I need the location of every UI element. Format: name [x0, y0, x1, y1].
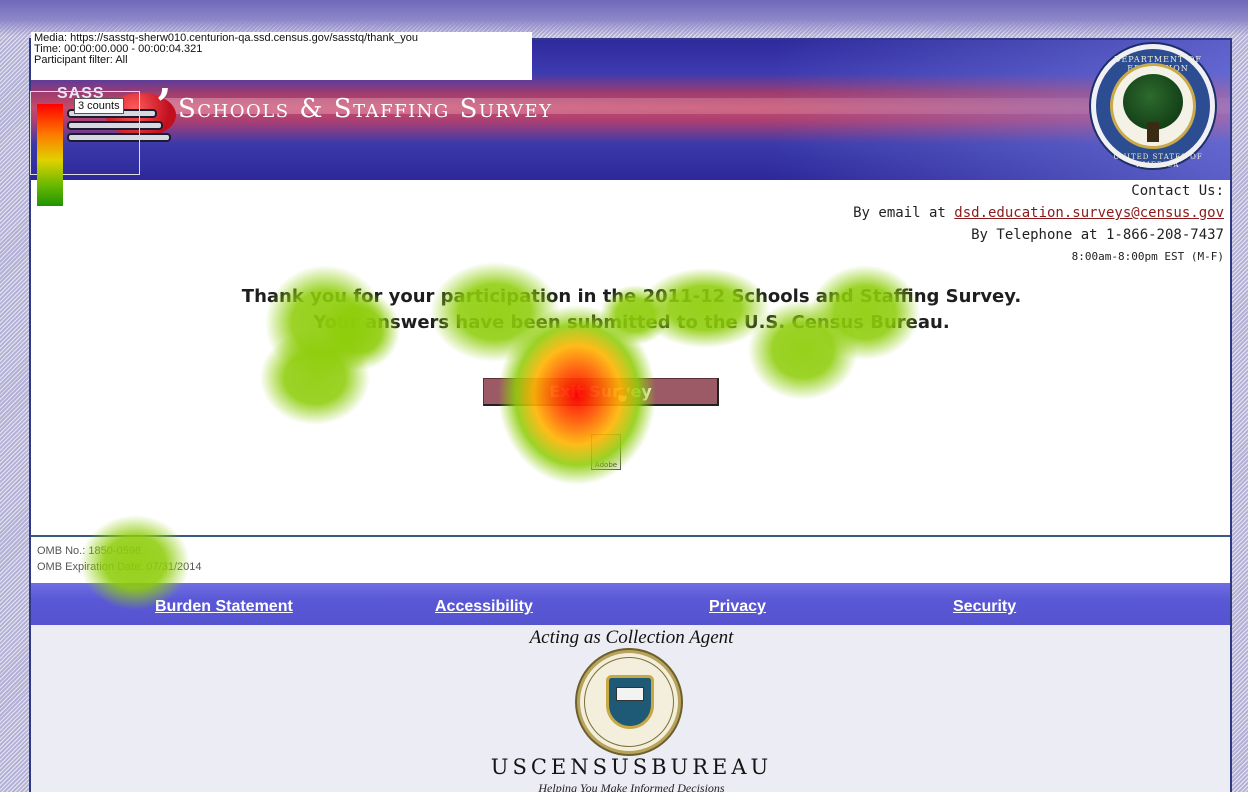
logo-apostrophe: ’ — [156, 80, 172, 131]
contact-telephone: By Telephone at 1-866-208-7437 — [971, 227, 1224, 243]
tree-trunk — [1147, 122, 1159, 142]
top-band — [0, 0, 1248, 36]
heatmap-legend-scale — [37, 104, 63, 206]
seal-bottom-text: UNITED STATES OF AMERICA — [1113, 153, 1203, 169]
seal-center — [1110, 63, 1196, 149]
census-bureau-wordmark: USCENSUSBUREAU — [490, 755, 773, 779]
thank-you-line: Thank you for your participation in the … — [241, 286, 1022, 307]
department-of-education-seal-icon: DEPARTMENT OF EDUCATION UNITED STATES OF… — [1091, 44, 1215, 169]
participant-filter-text: Participant filter: All — [34, 54, 128, 66]
contact-email-prefix: By email at — [853, 205, 955, 221]
submitted-line: Your answers have been submitted to the … — [313, 312, 950, 333]
collection-agent-text: Acting as Collection Agent — [529, 627, 734, 648]
contact-hours: 8:00am-8:00pm EST (M-F) — [1071, 250, 1224, 263]
survey-page: SASS ’ Schools & Staffing Survey DEPARTM… — [29, 38, 1232, 792]
census-bureau-tagline: Helping You Make Informed Decisions — [538, 781, 725, 792]
contact-email-link[interactable]: dsd.education.surveys@census.gov — [954, 205, 1224, 221]
thank-you-message: Thank you for your participation in the … — [31, 284, 1230, 336]
adobe-reader-icon[interactable]: Adobe — [591, 434, 621, 470]
accessibility-link[interactable]: Accessibility — [435, 598, 533, 616]
exit-survey-button[interactable]: Exit Survey — [483, 378, 719, 406]
contact-email-line: By email at dsd.education.surveys@census… — [853, 202, 1224, 224]
adobe-label: Adobe — [594, 461, 618, 469]
omb-expiration: OMB Expiration Date: 07/31/2014 — [37, 561, 202, 573]
survey-title: Schools & Staffing Survey — [178, 94, 553, 124]
omb-info: OMB No.: 1850-0598 OMB Expiration Date: … — [31, 535, 1230, 583]
privacy-link[interactable]: Privacy — [709, 598, 766, 616]
open-book-icon — [616, 687, 644, 701]
heatmap-legend-label: 3 counts — [74, 98, 124, 114]
heatmap-info-panel: Media: https://sasstq-sherw010.centurion… — [31, 32, 532, 80]
burden-statement-link[interactable]: Burden Statement — [155, 598, 293, 616]
omb-number: OMB No.: 1850-0598 — [37, 545, 141, 557]
footer-nav: Burden Statement Accessibility Privacy S… — [31, 583, 1230, 625]
contact-block: Contact Us: By email at dsd.education.su… — [853, 180, 1224, 268]
mouse-cursor-icon — [617, 389, 628, 403]
security-link[interactable]: Security — [953, 598, 1016, 616]
department-of-commerce-seal-icon — [577, 650, 681, 754]
shield-icon — [606, 675, 654, 729]
contact-heading: Contact Us: — [1131, 183, 1224, 199]
